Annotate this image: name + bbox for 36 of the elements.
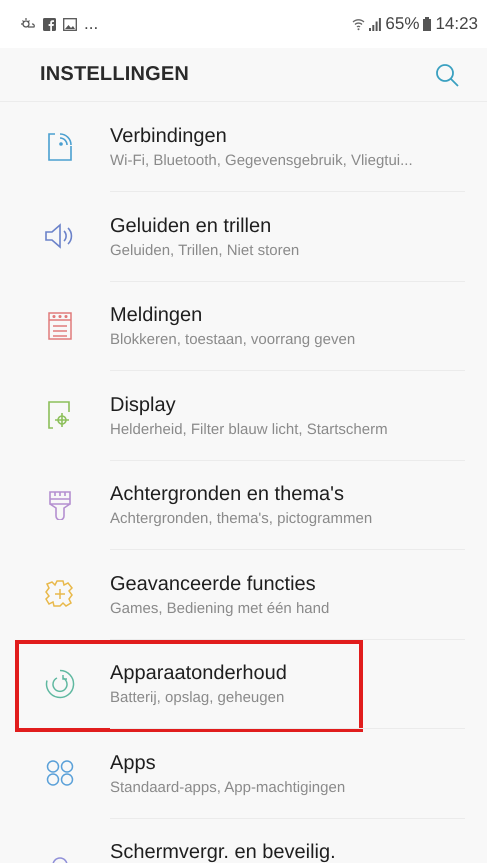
wifi-icon	[352, 17, 366, 31]
item-title: Verbindingen	[110, 124, 228, 148]
settings-item[interactable]: Achtergronden en thema's Achtergronden, thema's, pictogrammen	[10, 460, 477, 550]
facebook-icon	[43, 18, 56, 30]
image-icon	[63, 18, 77, 30]
item-title: Achtergronden en thema's	[110, 483, 345, 506]
battery-icon	[423, 17, 432, 31]
item-title: Geluiden en trillen	[110, 214, 272, 238]
battery-percentage: 65%	[385, 14, 420, 34]
item-subtitle: Geluiden, Trillen, Niet storen	[110, 242, 300, 259]
settings-item[interactable]: Display Helderheid, Filter blauw licht, Startscherm	[10, 370, 477, 460]
item-subtitle: Games, Bediening met één hand	[110, 600, 330, 617]
settings-item[interactable]: Geluiden en trillen Geluiden, Trillen, Niet storen	[10, 192, 477, 281]
item-subtitle: Blokkeren, toestaan, voorrang geven	[110, 331, 356, 348]
settings-item[interactable]: Verbindingen Wi-Fi, Bluetooth, Gegevensgebruik, Vliegtui...	[10, 102, 477, 192]
item-title: Geavanceerde functies	[110, 572, 317, 596]
item-title: Display	[110, 394, 177, 417]
settings-item[interactable]: Geavanceerde functies Games, Bediening met één hand	[10, 550, 477, 639]
search-icon[interactable]	[435, 62, 459, 86]
item-subtitle: Achtergronden, thema's, pictogrammen	[110, 510, 374, 528]
overflow-indicator: ...	[84, 14, 98, 34]
clock-time: 14:23	[435, 14, 478, 34]
item-title: Schermvergr. en beveilig.	[110, 841, 337, 863]
item-title: Apps	[110, 752, 157, 775]
item-title: Meldingen	[110, 304, 204, 328]
page-title: INSTELLINGEN	[40, 63, 190, 86]
item-subtitle: Helderheid, Filter blauw licht, Startscherm	[110, 420, 389, 438]
settings-item[interactable]: Apps Standaard-apps, App-machtigingen	[10, 728, 477, 818]
settings-item[interactable]: Apparaatonderhoud Batterij, opslag, geheugen	[10, 639, 477, 728]
item-subtitle: Standaard-apps, App-machtigingen	[110, 778, 346, 796]
signal-icon	[369, 18, 382, 30]
item-title: Apparaatonderhoud	[110, 662, 288, 686]
settings-item[interactable]: Meldingen Blokkeren, toestaan, voorrang geven	[10, 281, 477, 370]
item-subtitle: Batterij, opslag, geheugen	[110, 689, 286, 706]
item-subtitle: Wi-Fi, Bluetooth, Gegevensgebruik, Vliegtui...	[110, 152, 414, 169]
settings-item[interactable]: Schermvergr. en beveilig.	[10, 818, 477, 863]
